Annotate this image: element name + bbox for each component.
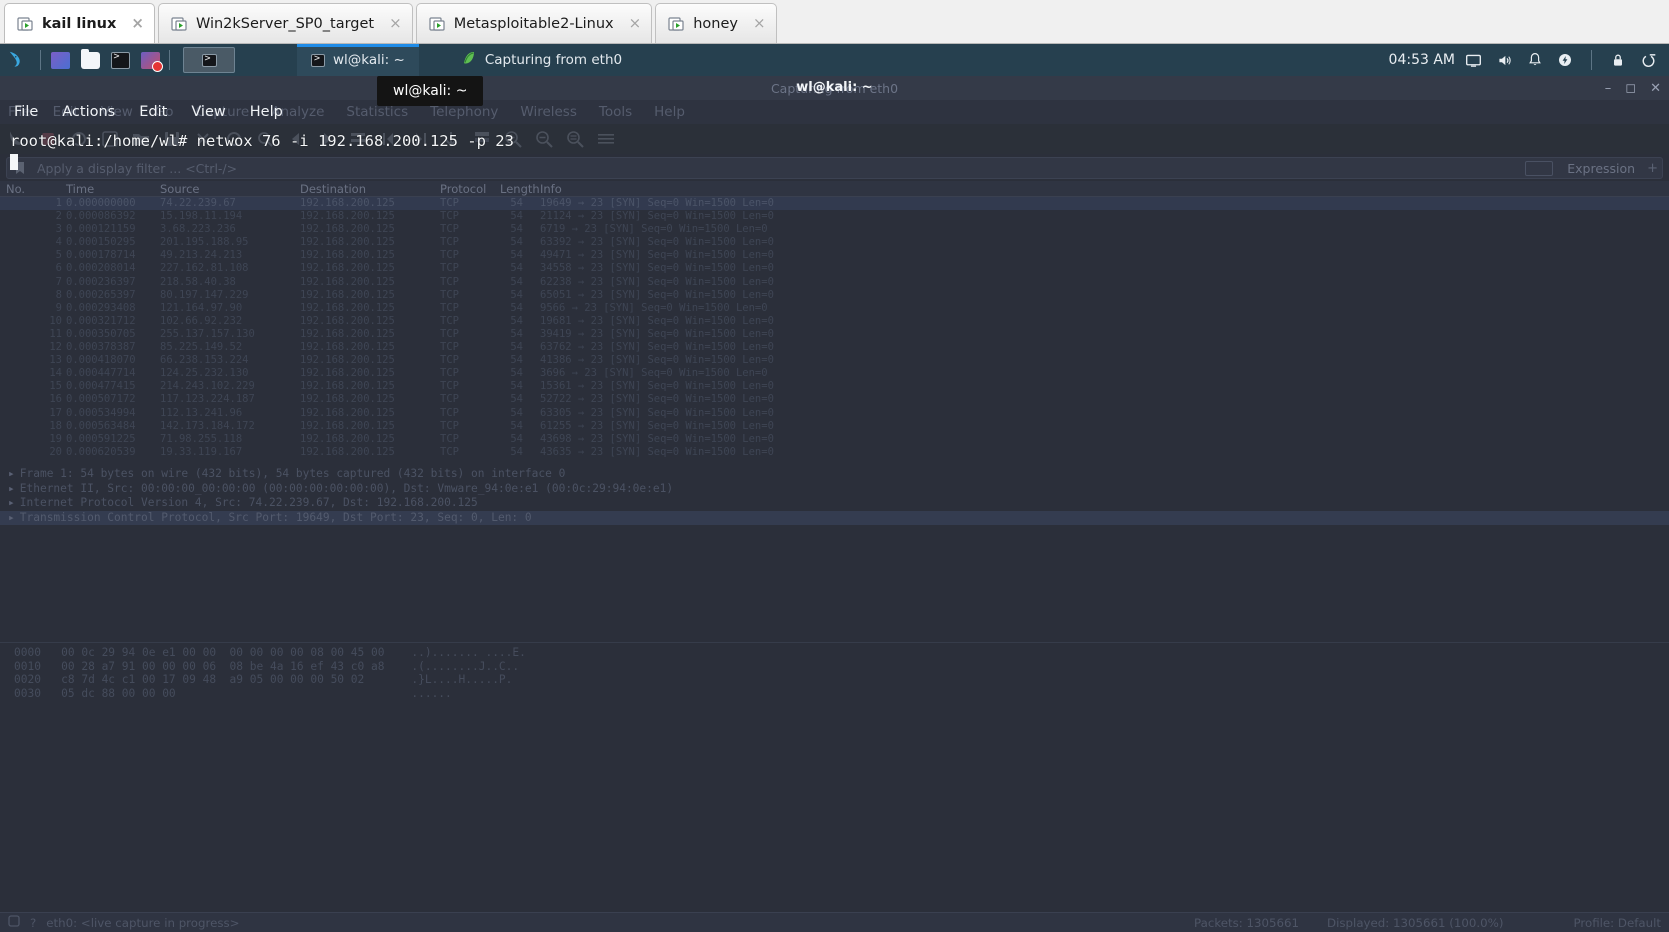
- launcher-screen-recorder[interactable]: [135, 44, 165, 76]
- taskbar: wl@kali: ~ Capturing from eth0 04:53 AM: [0, 44, 1669, 76]
- terminal-titlebar: wl@kali: ~: [0, 76, 1669, 99]
- kali-menu-icon[interactable]: [0, 44, 36, 76]
- help-status-icon[interactable]: ?: [30, 916, 36, 930]
- taskbar-window-label: Capturing from eth0: [484, 52, 623, 68]
- taskbar-clock[interactable]: 04:53 AM: [1389, 52, 1465, 68]
- statusbar-counters: Packets: 1305661 Displayed: 1305661 (100…: [1194, 916, 1503, 930]
- terminal-icon: [110, 51, 130, 69]
- vm-tab-close-icon[interactable]: ×: [131, 16, 144, 31]
- terminal-title: wl@kali: ~: [796, 80, 873, 95]
- term-menu-help[interactable]: Help: [250, 104, 283, 120]
- launcher-file-manager[interactable]: [75, 44, 105, 76]
- vm-machine-icon: [429, 16, 445, 32]
- taskbar-window-label: wl@kali: ~: [333, 52, 405, 68]
- vm-tab-label: kail linux: [42, 15, 117, 32]
- terminal-command: netwox 76 -i 192.168.200.125 -p 23: [187, 132, 514, 150]
- taskbar-window-terminal[interactable]: wl@kali: ~: [297, 44, 419, 76]
- vm-tab-label: honey: [693, 15, 738, 32]
- vm-tab-close-icon[interactable]: ×: [629, 16, 642, 31]
- capture-file-status: eth0: <live capture in progress>: [46, 915, 240, 930]
- launcher-files[interactable]: [45, 44, 75, 76]
- terminal-menubar: File Actions Edit View Help: [0, 99, 1669, 125]
- screen-recorder-icon: [140, 51, 163, 72]
- volume-icon[interactable]: [1496, 52, 1513, 69]
- term-menu-view[interactable]: View: [191, 104, 225, 120]
- taskbar-tooltip: wl@kali: ~: [377, 76, 484, 106]
- term-menu-edit[interactable]: Edit: [139, 104, 167, 120]
- vm-tab-label: Metasploitable2-Linux: [453, 15, 614, 32]
- term-menu-file[interactable]: File: [14, 104, 38, 120]
- launcher-terminal[interactable]: [105, 44, 135, 76]
- display-icon[interactable]: [1465, 52, 1482, 69]
- vm-machine-icon: [171, 16, 187, 32]
- lock-icon[interactable]: [1610, 52, 1626, 68]
- capture-status-icon[interactable]: [8, 915, 20, 930]
- displayed-count: Displayed: 1305661 (100.0%): [1327, 915, 1504, 930]
- taskbar-separator: [40, 50, 41, 70]
- files-icon: [50, 51, 70, 69]
- terminal-icon: [311, 53, 325, 67]
- terminal-command-line: root@kali:/home/wl# netwox 76 -i 192.168…: [10, 131, 1669, 152]
- terminal-cursor: [10, 153, 18, 170]
- vm-tab-close-icon[interactable]: ×: [753, 16, 766, 31]
- vm-machine-icon: [668, 16, 684, 32]
- vm-machine-icon: [17, 16, 33, 32]
- vm-tab-label: Win2kServer_SP0_target: [195, 15, 375, 32]
- vm-tab-honey[interactable]: honey ×: [655, 3, 777, 43]
- profile-label[interactable]: Profile: Default: [1513, 916, 1661, 930]
- packet-count: Packets: 1305661: [1194, 915, 1300, 930]
- folder-icon: [80, 48, 100, 69]
- power-icon[interactable]: [1557, 52, 1573, 68]
- vm-tab-metasploitable2[interactable]: Metasploitable2-Linux ×: [415, 3, 653, 43]
- wireshark-statusbar: ? eth0: <live capture in progress> Packe…: [0, 912, 1669, 932]
- terminal-window[interactable]: wl@kali: ~ File Actions Edit View Help r…: [0, 76, 1669, 858]
- terminal-prompt: root@kali:/home/wl#: [10, 132, 188, 150]
- logout-icon[interactable]: [1640, 52, 1657, 69]
- workspace-switcher[interactable]: [183, 47, 235, 73]
- notification-bell-icon[interactable]: [1527, 52, 1543, 68]
- taskbar-separator: [169, 50, 170, 70]
- terminal-output[interactable]: root@kali:/home/wl# netwox 76 -i 192.168…: [0, 125, 1669, 173]
- vm-tab-close-icon[interactable]: ×: [389, 16, 402, 31]
- workspace-icon: [201, 53, 217, 67]
- vm-tab-kali-linux[interactable]: kail linux ×: [4, 3, 155, 43]
- vm-tab-win2kserver[interactable]: Win2kServer_SP0_target ×: [157, 3, 413, 43]
- wireshark-icon: [461, 50, 477, 70]
- taskbar-window-wireshark[interactable]: Capturing from eth0: [447, 44, 636, 76]
- vm-tab-strip: kail linux × Win2kServer_SP0_target × Me…: [0, 0, 1669, 44]
- terminal-cursor-line: [10, 152, 1669, 173]
- tray-separator: [1591, 50, 1592, 70]
- term-menu-actions[interactable]: Actions: [62, 104, 115, 120]
- system-tray: [1465, 50, 1669, 70]
